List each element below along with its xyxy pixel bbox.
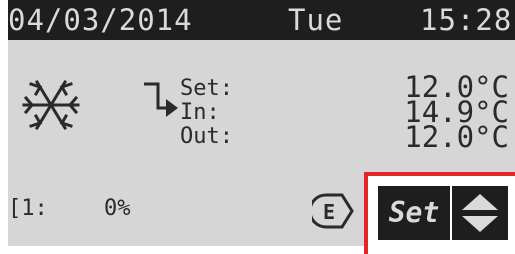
output-value: 0% [104,196,131,221]
snowflake-icon [20,74,82,136]
output-label: [1: [8,196,48,221]
e-badge-icon: E [308,192,354,230]
svg-text:E: E [323,200,335,224]
time-text: 15:28 [420,3,513,37]
up-down-arrows-icon [462,194,498,232]
day-text: Tue [288,3,344,37]
header-bar: 04/03/2014 Tue 15:28 [8,0,515,40]
return-arrow-icon [140,80,180,120]
device-screen: 04/03/2014 Tue 15:28 Set: In: Out: 12.0°… [0,0,515,254]
out-value: 12.0°C [404,120,509,154]
date-text: 04/03/2014 [8,3,193,37]
set-button[interactable]: Set [378,186,450,240]
in-label: In: [180,100,220,125]
out-label: Out: [180,124,233,149]
set-label: Set: [180,76,233,101]
up-down-button[interactable] [452,186,508,240]
